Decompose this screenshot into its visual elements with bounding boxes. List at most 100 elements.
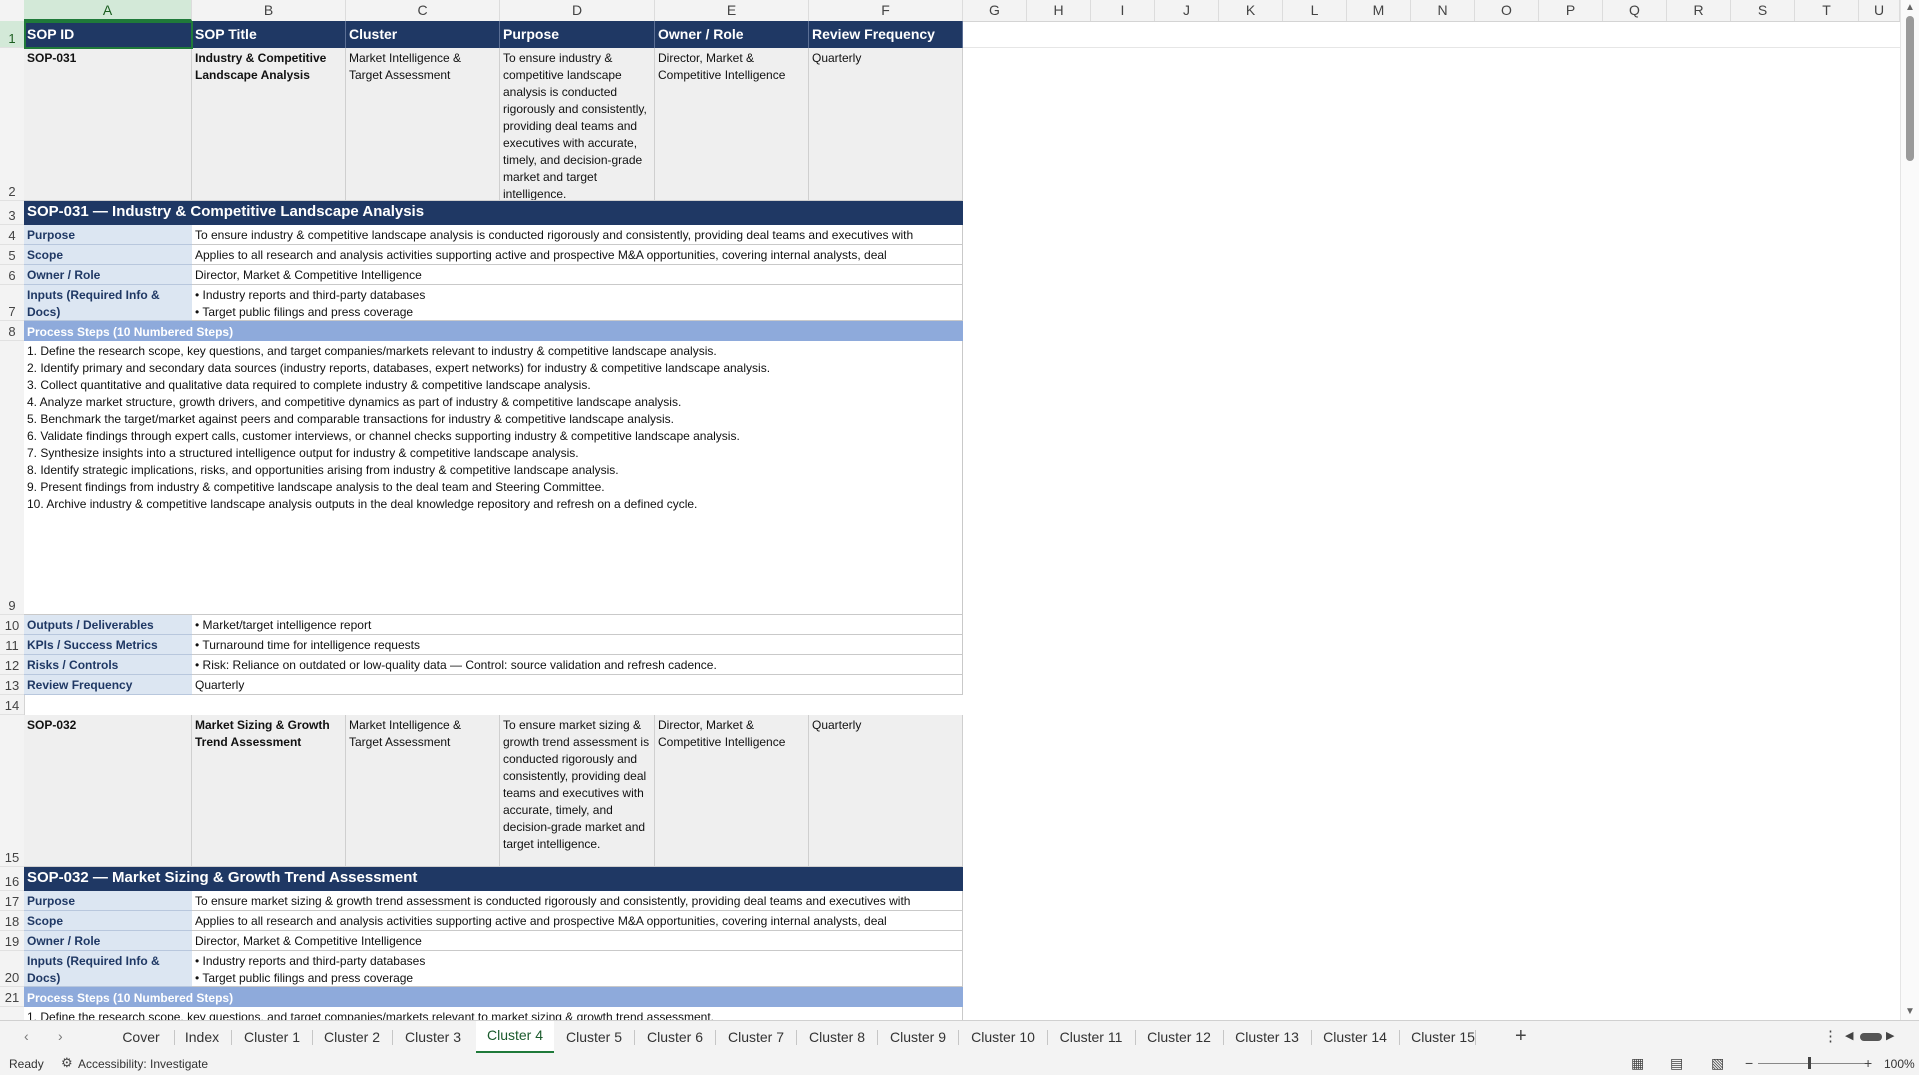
column-header-d[interactable]: D [500,0,655,21]
row-header-18[interactable]: 18 [0,911,24,931]
summary-sop-title[interactable]: Industry & Competitive Landscape Analysi… [192,48,346,201]
sheet-tab-cluster-4[interactable]: Cluster 4 [476,1021,554,1054]
process-steps-body[interactable]: 1. Define the research scope, key questi… [24,341,963,615]
kpis-label[interactable]: KPIs / Success Metrics [24,635,192,655]
sop-title-band[interactable]: SOP-032 — Market Sizing & Growth Trend A… [24,867,963,891]
column-header-m[interactable]: M [1347,0,1411,21]
row-header-11[interactable]: 11 [0,635,24,655]
sheet-tab-cluster-1[interactable]: Cluster 1 [236,1021,308,1054]
column-header-a[interactable]: A [24,0,192,21]
row-header-12[interactable]: 12 [0,655,24,675]
sheet-tab-cluster-5[interactable]: Cluster 5 [558,1021,630,1054]
purpose-value[interactable]: To ensure market sizing & growth trend a… [192,891,963,911]
scroll-down-icon[interactable]: ▼ [1905,1006,1915,1017]
column-header-s[interactable]: S [1731,0,1795,21]
owner-label[interactable]: Owner / Role [24,265,192,285]
vertical-scrollbar[interactable]: ▲ ▼ [1900,0,1919,1020]
owner-value[interactable]: Director, Market & Competitive Intellige… [192,265,963,285]
header-sop-id[interactable]: SOP ID [24,21,192,48]
row-header-10[interactable]: 10 [0,615,24,635]
sheet-tab-cluster-8[interactable]: Cluster 8 [801,1021,873,1054]
header-review-frequency[interactable]: Review Frequency [809,21,963,48]
hscroll-thumb[interactable] [1860,1033,1882,1041]
inputs-value[interactable]: • Industry reports and third-party datab… [192,951,963,987]
column-header-n[interactable]: N [1411,0,1475,21]
scroll-up-icon[interactable]: ▲ [1905,2,1915,13]
sheet-tab-cluster-6[interactable]: Cluster 6 [639,1021,711,1054]
column-header-r[interactable]: R [1667,0,1731,21]
row-header-2[interactable]: 2 [0,48,24,201]
column-header-g[interactable]: G [963,0,1027,21]
column-header-b[interactable]: B [192,0,346,21]
page-break-preview-icon[interactable]: ▧ [1711,1055,1724,1072]
column-header-c[interactable]: C [346,0,500,21]
zoom-slider-thumb[interactable] [1808,1057,1811,1069]
row-header-7[interactable]: 7 [0,285,24,321]
row-header-5[interactable]: 5 [0,245,24,265]
header-owner-role[interactable]: Owner / Role [655,21,809,48]
sheet-tab-cluster-7[interactable]: Cluster 7 [720,1021,792,1054]
scope-value[interactable]: Applies to all research and analysis act… [192,911,963,931]
column-header-i[interactable]: I [1091,0,1155,21]
column-header-p[interactable]: P [1539,0,1603,21]
header-purpose[interactable]: Purpose [500,21,655,48]
add-sheet-icon[interactable]: + [1515,1025,1527,1048]
normal-view-icon[interactable]: ▦ [1631,1055,1644,1072]
summary-owner[interactable]: Director, Market & Competitive Intellige… [655,715,809,867]
hscroll-right-icon[interactable]: ▶ [1886,1029,1894,1042]
row-header-3[interactable]: 3 [0,201,24,225]
row-header-9[interactable]: 9 [0,341,24,615]
row-header-15[interactable]: 15 [0,715,24,867]
kpis-value[interactable]: • Turnaround time for intelligence reque… [192,635,963,655]
row-header-6[interactable]: 6 [0,265,24,285]
sheet-tab-cluster-14[interactable]: Cluster 14 [1315,1021,1395,1054]
scope-label[interactable]: Scope [24,245,192,265]
column-header-o[interactable]: O [1475,0,1539,21]
row-header-16[interactable]: 16 [0,867,24,891]
summary-frequency[interactable]: Quarterly [809,715,963,867]
process-steps-header[interactable]: Process Steps (10 Numbered Steps) [24,987,963,1007]
sheet-tab-cluster-3[interactable]: Cluster 3 [397,1021,469,1054]
sop-title-band[interactable]: SOP-031 — Industry & Competitive Landsca… [24,201,963,225]
sheet-tab-cluster-13[interactable]: Cluster 13 [1227,1021,1307,1054]
sheet-tab-index[interactable]: Index [178,1021,226,1054]
column-header-f[interactable]: F [809,0,963,21]
summary-purpose[interactable]: To ensure market sizing & growth trend a… [500,715,655,867]
sheet-tab-cluster-11[interactable]: Cluster 11 [1051,1021,1131,1054]
more-options-icon[interactable]: ⋮ [1823,1027,1838,1045]
inputs-value[interactable]: • Industry reports and third-party datab… [192,285,963,321]
owner-value[interactable]: Director, Market & Competitive Intellige… [192,931,963,951]
risks-label[interactable]: Risks / Controls [24,655,192,675]
purpose-label[interactable]: Purpose [24,225,192,245]
zoom-out-icon[interactable]: − [1745,1055,1753,1071]
sheet-tab-cluster-15[interactable]: Cluster 15 [1403,1021,1483,1054]
summary-cluster[interactable]: Market Intelligence & Target Assessment [346,715,500,867]
row-header-17[interactable]: 17 [0,891,24,911]
row-header-1[interactable]: 1 [0,21,24,48]
scope-value[interactable]: Applies to all research and analysis act… [192,245,963,265]
summary-frequency[interactable]: Quarterly [809,48,963,201]
inputs-label[interactable]: Inputs (Required Info & Docs) [24,285,192,321]
inputs-label[interactable]: Inputs (Required Info & Docs) [24,951,192,987]
column-header-j[interactable]: J [1155,0,1219,21]
column-header-e[interactable]: E [655,0,809,21]
review-label[interactable]: Review Frequency [24,675,192,695]
column-header-q[interactable]: Q [1603,0,1667,21]
column-header-l[interactable]: L [1283,0,1347,21]
row-header-14[interactable]: 14 [0,695,24,715]
worksheet-grid[interactable]: SOP ID SOP Title Cluster Purpose Owner /… [24,21,1900,1020]
accessibility-status[interactable]: Accessibility: Investigate [78,1057,208,1071]
sheet-tab-cluster-2[interactable]: Cluster 2 [316,1021,388,1054]
summary-owner[interactable]: Director, Market & Competitive Intellige… [655,48,809,201]
review-value[interactable]: Quarterly [192,675,963,695]
outputs-label[interactable]: Outputs / Deliverables [24,615,192,635]
hscroll-left-icon[interactable]: ◀ [1845,1029,1853,1042]
purpose-value[interactable]: To ensure industry & competitive landsca… [192,225,963,245]
process-steps-header[interactable]: Process Steps (10 Numbered Steps) [24,321,963,341]
page-layout-icon[interactable]: ▤ [1670,1055,1683,1072]
select-all-corner[interactable] [0,0,25,21]
risks-value[interactable]: • Risk: Reliance on outdated or low-qual… [192,655,963,675]
outputs-value[interactable]: • Market/target intelligence report [192,615,963,635]
summary-sop-id[interactable]: SOP-031 [24,48,192,201]
sheet-tab-cluster-10[interactable]: Cluster 10 [963,1021,1043,1054]
